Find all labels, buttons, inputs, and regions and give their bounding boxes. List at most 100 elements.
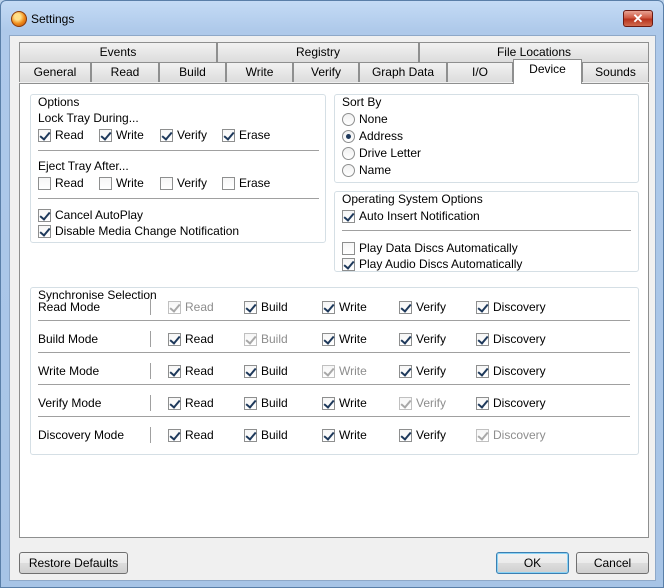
checkbox-box xyxy=(342,209,355,223)
tab-io[interactable]: I/O xyxy=(447,62,513,82)
sync-verify-mode-build-checkbox[interactable]: Build xyxy=(244,396,288,410)
eject-verify-checkbox[interactable]: Verify xyxy=(160,176,207,190)
separator xyxy=(38,150,319,151)
checkbox-box xyxy=(342,241,355,255)
checkbox-box xyxy=(244,396,257,410)
tab-general[interactable]: General xyxy=(19,62,91,82)
ok-button[interactable]: OK xyxy=(496,552,569,574)
tab-graph-data[interactable]: Graph Data xyxy=(359,62,447,82)
sync-read-mode-write-checkbox[interactable]: Write xyxy=(322,300,367,314)
checkbox-box xyxy=(38,224,51,238)
sort-address-radio[interactable]: Address xyxy=(342,129,403,143)
client-area: Events Registry File Locations General R… xyxy=(9,35,656,581)
checkbox-box xyxy=(342,257,355,271)
checkbox-box xyxy=(38,176,51,190)
sync-read-mode-verify-checkbox[interactable]: Verify xyxy=(399,300,446,314)
checkbox-box xyxy=(38,208,51,222)
lock-tray-label: Lock Tray During... xyxy=(38,111,139,125)
close-button[interactable]: ✕ xyxy=(623,10,653,27)
disable-media-change-checkbox[interactable]: Disable Media Change Notification xyxy=(38,224,239,238)
os-options-title: Operating System Options xyxy=(342,192,483,206)
checkbox-box xyxy=(322,428,335,442)
title-bar[interactable]: Settings ✕ xyxy=(1,1,663,35)
eject-tray-label: Eject Tray After... xyxy=(38,159,129,173)
checkbox-box xyxy=(476,396,489,410)
checkbox-box xyxy=(160,128,173,142)
lock-write-checkbox[interactable]: Write xyxy=(99,128,144,142)
sort-by-title: Sort By xyxy=(342,95,382,109)
lock-erase-checkbox[interactable]: Erase xyxy=(222,128,270,142)
sync-build-mode-verify-checkbox[interactable]: Verify xyxy=(399,332,446,346)
separator xyxy=(38,416,630,417)
checkbox-box xyxy=(244,300,257,314)
sync-write-mode-build-checkbox[interactable]: Build xyxy=(244,364,288,378)
settings-window: Settings ✕ Events Registry File Location… xyxy=(0,0,664,588)
radio-circle xyxy=(342,146,355,160)
lock-verify-checkbox[interactable]: Verify xyxy=(160,128,207,142)
cancel-autoplay-checkbox[interactable]: Cancel AutoPlay xyxy=(38,208,143,222)
sync-row-label: Build Mode xyxy=(38,332,99,346)
tab-read[interactable]: Read xyxy=(91,62,159,82)
sync-verify-mode-read-checkbox[interactable]: Read xyxy=(168,396,214,410)
sync-build-mode-write-checkbox[interactable]: Write xyxy=(322,332,367,346)
sync-verify-mode-verify-checkbox: Verify xyxy=(399,396,446,410)
tab-write[interactable]: Write xyxy=(226,62,293,82)
play-data-discs-checkbox[interactable]: Play Data Discs Automatically xyxy=(342,241,518,255)
checkbox-box xyxy=(99,176,112,190)
sync-discovery-mode-read-checkbox[interactable]: Read xyxy=(168,428,214,442)
checkbox-box xyxy=(168,364,181,378)
sort-none-radio[interactable]: None xyxy=(342,112,388,126)
checkbox-box xyxy=(160,176,173,190)
sync-verify-mode-discovery-checkbox[interactable]: Discovery xyxy=(476,396,546,410)
options-group-title: Options xyxy=(38,95,80,109)
checkbox-box xyxy=(244,332,257,346)
sync-write-mode-write-checkbox: Write xyxy=(322,364,367,378)
eject-read-checkbox[interactable]: Read xyxy=(38,176,84,190)
window-title: Settings xyxy=(31,12,75,26)
separator xyxy=(38,320,630,321)
checkbox-box xyxy=(99,128,112,142)
cancel-button[interactable]: Cancel xyxy=(576,552,649,574)
sync-write-mode-verify-checkbox[interactable]: Verify xyxy=(399,364,446,378)
eject-write-checkbox[interactable]: Write xyxy=(99,176,144,190)
sync-write-mode-read-checkbox[interactable]: Read xyxy=(168,364,214,378)
eject-erase-checkbox[interactable]: Erase xyxy=(222,176,270,190)
checkbox-box xyxy=(244,364,257,378)
tab-events[interactable]: Events xyxy=(19,42,217,62)
tab-registry[interactable]: Registry xyxy=(217,42,419,62)
sync-verify-mode-write-checkbox[interactable]: Write xyxy=(322,396,367,410)
checkbox-box xyxy=(322,396,335,410)
sync-discovery-mode-verify-checkbox[interactable]: Verify xyxy=(399,428,446,442)
sort-name-radio[interactable]: Name xyxy=(342,163,391,177)
lock-read-checkbox[interactable]: Read xyxy=(38,128,84,142)
checkbox-box xyxy=(168,396,181,410)
tab-device[interactable]: Device xyxy=(513,59,582,84)
tab-build[interactable]: Build xyxy=(159,62,226,82)
separator xyxy=(38,352,630,353)
sync-build-mode-discovery-checkbox[interactable]: Discovery xyxy=(476,332,546,346)
checkbox-box xyxy=(399,396,412,410)
sync-row-label: Write Mode xyxy=(38,364,100,378)
tab-verify[interactable]: Verify xyxy=(293,62,359,82)
checkbox-box xyxy=(244,428,257,442)
sync-build-mode-read-checkbox[interactable]: Read xyxy=(168,332,214,346)
checkbox-box xyxy=(399,332,412,346)
checkbox-box xyxy=(476,428,489,442)
sync-write-mode-discovery-checkbox[interactable]: Discovery xyxy=(476,364,546,378)
auto-insert-checkbox[interactable]: Auto Insert Notification xyxy=(342,209,480,223)
play-audio-discs-checkbox[interactable]: Play Audio Discs Automatically xyxy=(342,257,522,271)
sync-read-mode-build-checkbox[interactable]: Build xyxy=(244,300,288,314)
sync-row-label: Verify Mode xyxy=(38,396,102,410)
tab-sounds[interactable]: Sounds xyxy=(582,62,649,82)
checkbox-box xyxy=(222,176,235,190)
sync-discovery-mode-write-checkbox[interactable]: Write xyxy=(322,428,367,442)
checkbox-box xyxy=(168,300,181,314)
sort-drive-letter-radio[interactable]: Drive Letter xyxy=(342,146,421,160)
checkbox-box xyxy=(38,128,51,142)
row-divider xyxy=(150,363,151,379)
sync-discovery-mode-build-checkbox[interactable]: Build xyxy=(244,428,288,442)
restore-defaults-button[interactable]: Restore Defaults xyxy=(19,552,128,574)
sync-read-mode-discovery-checkbox[interactable]: Discovery xyxy=(476,300,546,314)
checkbox-box xyxy=(322,300,335,314)
radio-circle xyxy=(342,129,355,143)
